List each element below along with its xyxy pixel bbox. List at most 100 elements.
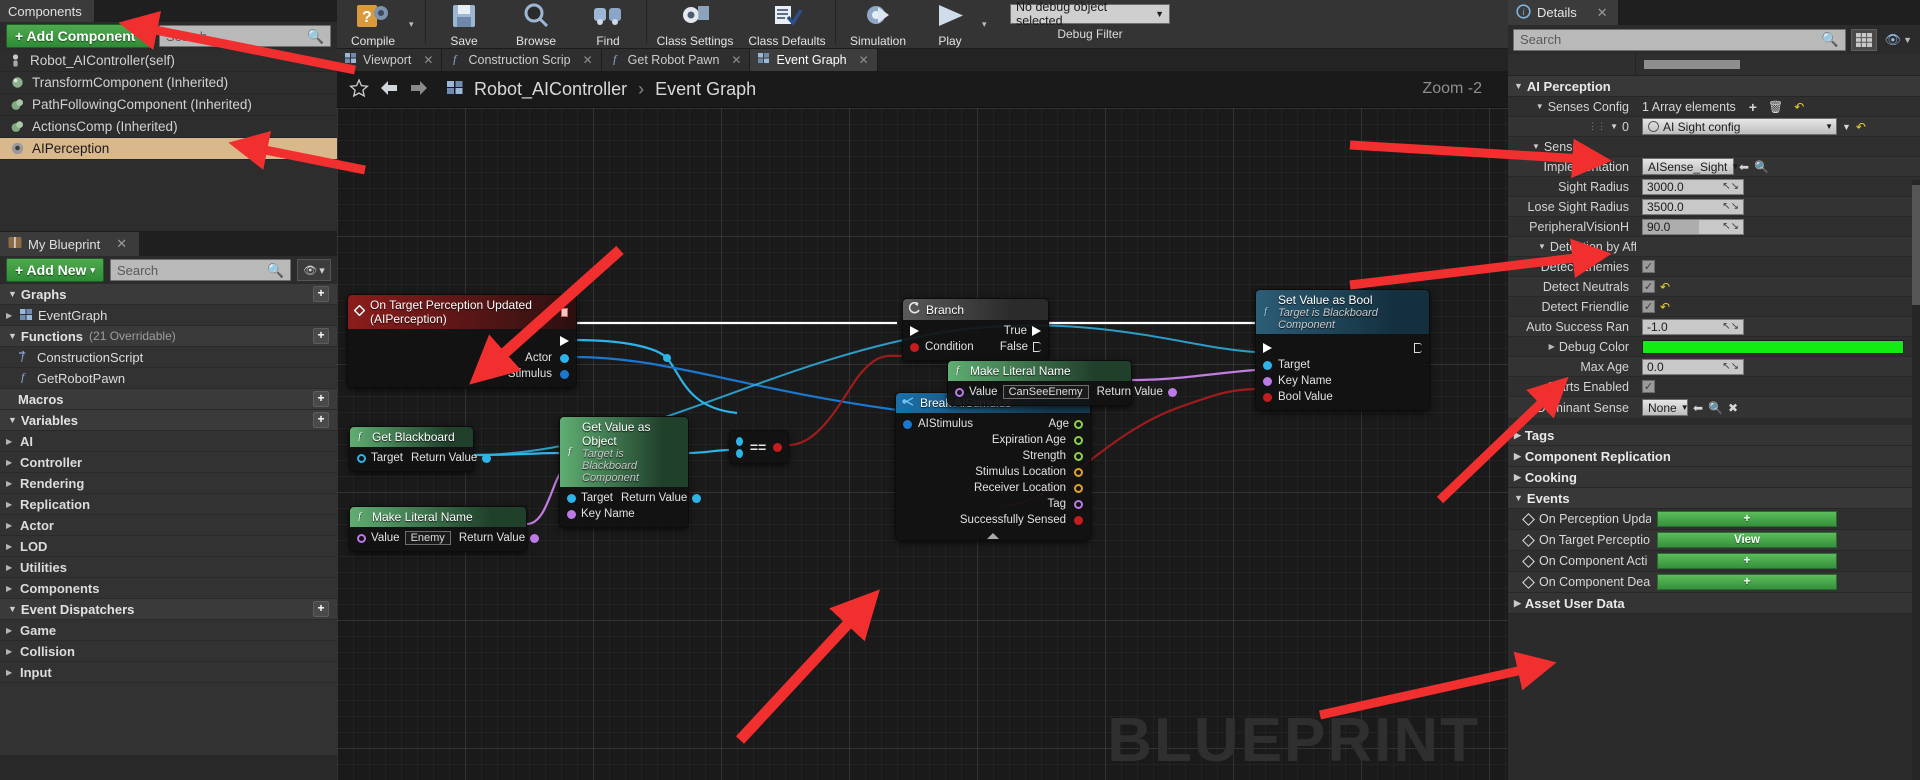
node-on-target-perception-updated[interactable]: On Target Perception Updated (AIPercepti… <box>347 294 577 388</box>
node-get-blackboard[interactable]: f Get Blackboard Target Return Value <box>349 426 492 472</box>
close-icon[interactable]: ✕ <box>116 236 127 252</box>
details-event-on-target-perception-updated[interactable]: On Target Perceptio View <box>1508 530 1920 551</box>
toolbar-button-find[interactable]: Find <box>572 0 644 49</box>
details-row-implementation[interactable]: Implementation AISense_Sight ▼ ⬅ 🔍 <box>1508 157 1920 177</box>
spinner-icon[interactable]: ↖↘ <box>1722 221 1739 232</box>
toolbar-button-browse[interactable]: Browse <box>500 0 572 49</box>
node-pin-boolvalue[interactable]: Bool Value <box>1256 389 1429 405</box>
close-icon[interactable]: ✕ <box>731 53 741 67</box>
node-pin-strength[interactable]: Strength <box>896 448 1090 464</box>
forward-arrow-icon[interactable] <box>409 80 429 99</box>
spinner-icon[interactable]: ↖↘ <box>1722 321 1739 332</box>
search-icon[interactable]: 🔍 <box>1708 401 1723 415</box>
details-row-detect-enemies[interactable]: Detect Enemies ✓ <box>1508 257 1920 277</box>
lose-sight-radius-input[interactable]: 3500.0 ↖↘ <box>1642 198 1744 215</box>
add-array-element-icon[interactable]: + <box>1749 99 1757 115</box>
details-category-component-replication[interactable]: ▶ Component Replication <box>1508 446 1920 467</box>
node-pin-actor[interactable]: Actor <box>348 350 576 366</box>
favorite-star-icon[interactable] <box>349 77 369 101</box>
triangle-right-icon[interactable]: ▶ <box>6 584 15 593</box>
detect-friendlies-checkbox[interactable]: ✓ <box>1642 300 1655 313</box>
node-pin-exec-out[interactable] <box>348 332 576 350</box>
reset-icon[interactable]: ↶ <box>1856 120 1866 134</box>
peripheral-vision-angle-input[interactable]: 90.0 ↖↘ <box>1642 218 1744 235</box>
reset-icon[interactable]: ↶ <box>1660 300 1670 314</box>
toolbar-button-class-settings[interactable]: Class Settings <box>649 0 741 49</box>
tab-event-graph[interactable]: Event Graph ✕ <box>750 49 878 71</box>
browse-to-asset-icon[interactable]: ⬅ <box>1739 160 1749 174</box>
toolbar-button-class-defaults[interactable]: Class Defaults <box>741 0 833 49</box>
node-pin-condition-row[interactable]: Condition False <box>903 339 1048 355</box>
myblueprint-varcat-utilities[interactable]: ▶ Utilities <box>0 557 337 578</box>
triangle-right-icon[interactable]: ▶ <box>6 668 15 677</box>
search-icon[interactable]: 🔍 <box>1754 160 1769 174</box>
myblueprint-varcat-ai[interactable]: ▶ AI <box>0 431 337 452</box>
node-pin-exec-row[interactable]: True <box>903 323 1048 339</box>
node-pin-successfully-sensed[interactable]: Successfully Sensed <box>896 512 1090 528</box>
details-subheader-detection-by-affiliation[interactable]: ▼ Detection by Affili <box>1508 237 1920 257</box>
compare-input-pins[interactable] <box>736 436 743 458</box>
node-pin-expiration-age[interactable]: Expiration Age <box>896 432 1090 448</box>
node-pin-aistimulus[interactable]: AIStimulus Age <box>896 416 1090 432</box>
reset-icon[interactable]: ↶ <box>1660 280 1670 294</box>
details-visibility-button[interactable]: 👁 ▼ <box>1882 32 1915 48</box>
toolbar-button-play[interactable]: Play <box>918 0 982 49</box>
myblueprint-category-event-dispatchers[interactable]: ▼ Event Dispatchers + <box>0 599 337 620</box>
details-row-array-index-0[interactable]: ⋮⋮ ▼ 0 AI Sight config ▼ ▼ ↶ <box>1508 117 1920 137</box>
details-subheader-sense[interactable]: ▼ Sense <box>1508 137 1920 157</box>
myblueprint-item-getrobotpawn[interactable]: f GetRobotPawn <box>0 368 337 389</box>
triangle-right-icon[interactable]: ▶ <box>6 521 15 530</box>
myblueprint-evcat-input[interactable]: ▶ Input <box>0 662 337 683</box>
node-delegate-pin[interactable] <box>560 307 568 317</box>
node-equality-compare[interactable]: == <box>729 430 789 464</box>
breadcrumb-root[interactable]: Robot_AIController <box>474 79 627 99</box>
details-category-ai-perception[interactable]: ▼ AI Perception <box>1508 76 1920 97</box>
details-row-peripheral-vision[interactable]: PeripheralVisionH 90.0 ↖↘ <box>1508 217 1920 237</box>
triangle-right-icon[interactable]: ▶ <box>6 647 15 656</box>
node-pin-target-row[interactable]: Target Return Value <box>560 490 702 506</box>
myblueprint-varcat-replication[interactable]: ▶ Replication <box>0 494 337 515</box>
details-category-tags[interactable]: ▶ Tags <box>1508 425 1920 446</box>
tab-details[interactable]: i Details ✕ <box>1508 0 1618 25</box>
tab-get-robot-pawn[interactable]: f Get Robot Pawn ✕ <box>601 49 751 71</box>
node-collapse-arrow-icon[interactable] <box>987 533 999 539</box>
add-event-dispatcher-button[interactable]: + <box>313 601 329 617</box>
back-arrow-icon[interactable] <box>379 80 399 99</box>
tab-construction-script[interactable]: f Construction Scrip ✕ <box>442 49 602 71</box>
triangle-right-icon[interactable]: ▶ <box>6 311 15 320</box>
add-function-button[interactable]: + <box>313 328 329 344</box>
details-row-debug-color[interactable]: ▶ Debug Color <box>1508 337 1920 357</box>
max-age-input[interactable]: 0.0 ↖↘ <box>1642 358 1744 375</box>
details-search-input[interactable]: Search 🔍 <box>1513 28 1846 51</box>
details-scrollbar-thumb[interactable] <box>1912 185 1920 305</box>
myblueprint-item-eventgraph[interactable]: ▶ EventGraph <box>0 305 337 326</box>
myblueprint-varcat-components[interactable]: ▶ Components <box>0 578 337 599</box>
details-row-detect-friendlies[interactable]: Detect Friendlie ✓ ↶ <box>1508 297 1920 317</box>
literal-name-input[interactable]: CanSeeEnemy <box>1002 385 1089 399</box>
details-row-detect-neutrals[interactable]: Detect Neutrals ✓ ↶ <box>1508 277 1920 297</box>
tab-my-blueprint[interactable]: My Blueprint ✕ <box>0 232 140 256</box>
reset-icon[interactable]: ↶ <box>1794 100 1804 114</box>
sense-config-class-select[interactable]: AI Sight config ▼ <box>1642 118 1837 135</box>
display-options-button[interactable] <box>1850 28 1877 51</box>
toolbar-button-save[interactable]: Save <box>428 0 500 49</box>
play-options-caret[interactable]: ▾ <box>982 0 996 49</box>
details-category-events[interactable]: ▼ Events <box>1508 488 1920 509</box>
close-icon[interactable]: ✕ <box>423 53 433 67</box>
sight-radius-input[interactable]: 3000.0 ↖↘ <box>1642 178 1744 195</box>
details-event-on-perception-updated[interactable]: On Perception Upda + <box>1508 509 1920 530</box>
trash-icon[interactable]: 🗑 <box>1768 100 1783 114</box>
myblueprint-category-macros[interactable]: Macros + <box>0 389 337 410</box>
clear-icon[interactable]: ✖ <box>1728 401 1738 415</box>
add-new-button[interactable]: + Add New ▾ <box>6 258 104 282</box>
node-make-literal-name-enemy[interactable]: f Make Literal Name Value Enemy Return V… <box>349 506 540 552</box>
triangle-right-icon[interactable]: ▶ <box>1549 342 1555 351</box>
node-make-literal-name-canseeenemy[interactable]: f Make Literal Name Value CanSeeEnemy Re… <box>947 360 1177 406</box>
tab-viewport[interactable]: Viewport ✕ <box>337 49 443 71</box>
add-event-button[interactable]: + <box>1657 553 1837 569</box>
components-search-input[interactable]: Search 🔍 <box>158 25 331 47</box>
myblueprint-category-functions[interactable]: ▼ Functions (21 Overridable) + <box>0 326 337 347</box>
component-row-pathfollowing[interactable]: PathFollowingComponent (Inherited) <box>0 94 337 116</box>
add-event-button[interactable]: + <box>1657 511 1837 527</box>
auto-success-range-input[interactable]: -1.0 ↖↘ <box>1642 318 1744 335</box>
